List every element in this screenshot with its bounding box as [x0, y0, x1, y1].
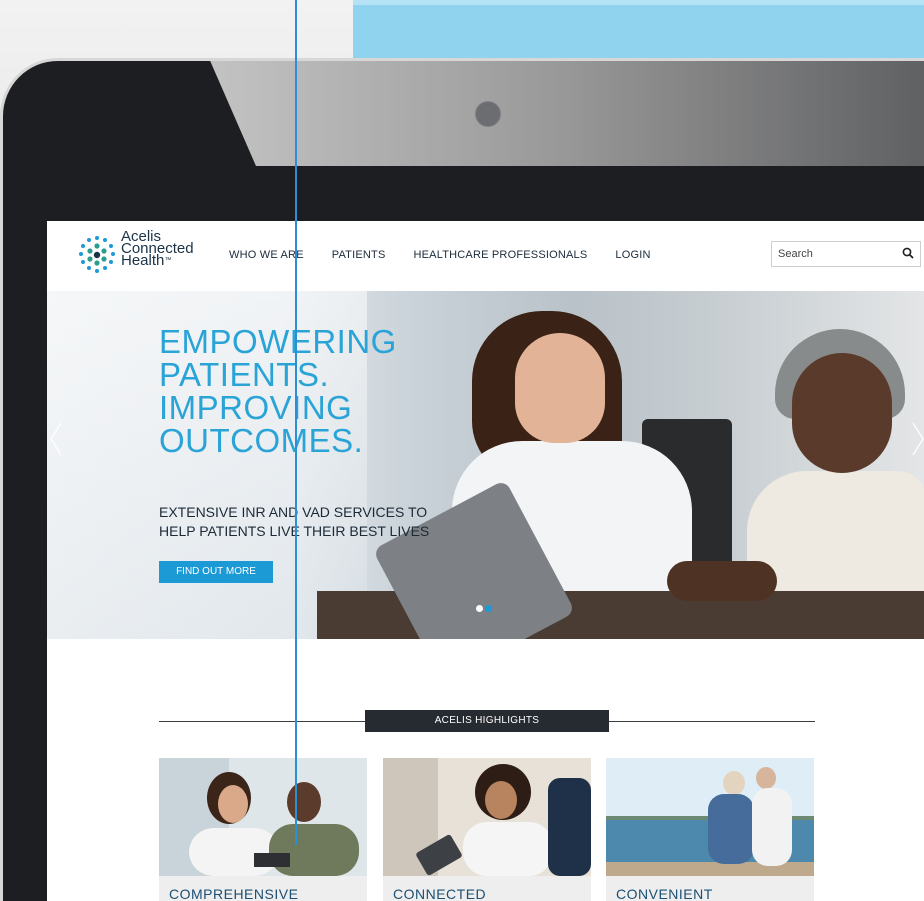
logo-dots-icon [79, 236, 115, 273]
card-photo [383, 758, 591, 876]
search-input[interactable] [776, 245, 890, 263]
chevron-right-icon[interactable] [911, 421, 924, 457]
hero-photo-patient-face [792, 353, 892, 473]
card-caption: COMPREHENSIVE [169, 886, 299, 901]
highlight-card[interactable]: CONVENIENT [606, 758, 814, 901]
camera-icon [475, 101, 501, 127]
hero-title-line: IMPROVING [159, 389, 353, 426]
main-menu: WHO WE ARE PATIENTS HEALTHCARE PROFESSIO… [229, 249, 651, 261]
carousel-dot-active[interactable] [485, 605, 492, 612]
nav-item-login[interactable]: LOGIN [615, 249, 650, 261]
top-nav: Acelis Connected Health™ WHO WE ARE PATI… [47, 221, 924, 291]
tablet-frame: Acelis Connected Health™ WHO WE ARE PATI… [0, 58, 924, 901]
search-icon[interactable] [902, 247, 914, 259]
logo[interactable]: Acelis Connected Health™ [75, 229, 245, 279]
hero-title-line: PATIENTS. [159, 356, 330, 393]
carousel-dot[interactable] [476, 605, 483, 612]
hero-photo-hands [667, 561, 777, 601]
logo-health: Health [121, 252, 165, 269]
search-box [771, 241, 921, 267]
find-out-more-button[interactable]: FIND OUT MORE [159, 561, 273, 583]
logo-wordmark: Acelis Connected Health™ [121, 229, 194, 269]
hero-photo-doctor-face [515, 333, 605, 443]
hero-title: EMPOWERING PATIENTS. IMPROVING OUTCOMES. [159, 325, 397, 457]
hero-title-line: OUTCOMES. [159, 422, 364, 459]
vertical-guide-line [295, 0, 297, 845]
bezel-glare [208, 61, 924, 166]
highlight-card[interactable]: COMPREHENSIVE [159, 758, 367, 901]
card-photo [159, 758, 367, 876]
chevron-left-icon[interactable] [49, 421, 63, 457]
nav-item-healthcare-professionals[interactable]: HEALTHCARE PROFESSIONALS [414, 249, 588, 261]
highlights-heading: ACELIS HIGHLIGHTS [365, 710, 609, 732]
carousel-dots [476, 605, 492, 612]
tablet-screen: Acelis Connected Health™ WHO WE ARE PATI… [47, 221, 924, 901]
hero-carousel: EMPOWERING PATIENTS. IMPROVING OUTCOMES.… [47, 291, 924, 639]
nav-item-patients[interactable]: PATIENTS [332, 249, 386, 261]
card-caption: CONVENIENT [616, 886, 713, 901]
card-photo [606, 758, 814, 876]
highlight-card[interactable]: CONNECTED [383, 758, 591, 901]
card-caption: CONNECTED [393, 886, 487, 901]
hero-title-line: EMPOWERING [159, 323, 397, 360]
logo-tm: ™ [164, 257, 172, 264]
nav-item-who-we-are[interactable]: WHO WE ARE [229, 249, 304, 261]
